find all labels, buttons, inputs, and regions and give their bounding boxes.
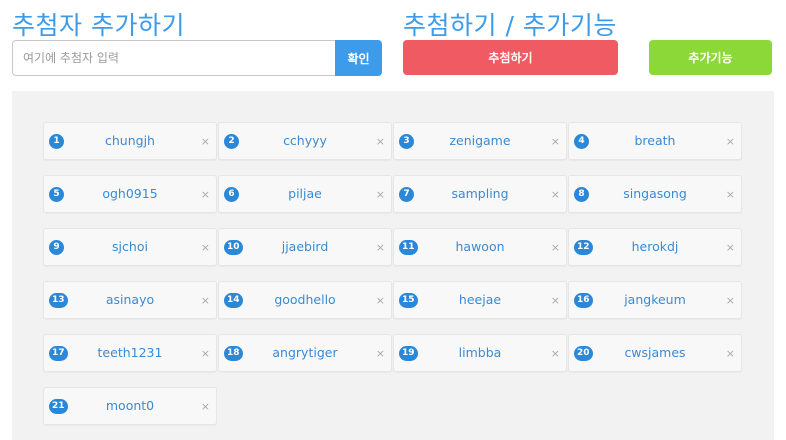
remove-participant-icon[interactable]: ×	[726, 123, 735, 161]
participant-number-badge: 10	[224, 240, 243, 255]
remove-participant-icon[interactable]: ×	[726, 282, 735, 320]
participant-chip: 13 asinayo ×	[43, 281, 217, 319]
participant-number-badge: 13	[49, 293, 68, 308]
participant-name: herokdj	[631, 239, 679, 254]
participant-chip: 15 heejae ×	[393, 281, 567, 319]
participant-chip: 19 limbba ×	[393, 334, 567, 372]
participant-name: limbba	[458, 345, 502, 360]
remove-participant-icon[interactable]: ×	[726, 229, 735, 267]
participant-number-badge: 11	[399, 240, 418, 255]
participant-number-badge: 21	[49, 399, 68, 414]
participant-chip: 10 jjaebird ×	[218, 228, 392, 266]
draw-button[interactable]: 추첨하기	[403, 40, 618, 75]
participant-number-badge: 6	[224, 187, 239, 202]
participant-chip: 20 cwsjames ×	[568, 334, 742, 372]
participant-name: zenigame	[449, 133, 511, 148]
participant-name: jjaebird	[281, 239, 329, 254]
participant-number-badge: 17	[49, 346, 68, 361]
participant-number-badge: 5	[49, 187, 64, 202]
participant-number-badge: 12	[574, 240, 593, 255]
participant-chip: 9 sjchoi ×	[43, 228, 217, 266]
participant-number-badge: 15	[399, 293, 418, 308]
participant-number-badge: 9	[49, 240, 64, 255]
participant-number-badge: 3	[399, 134, 414, 149]
participant-name: chungjh	[105, 133, 155, 148]
remove-participant-icon[interactable]: ×	[201, 229, 210, 267]
participant-list-panel: 1 chungjh × 2 cchyyy × 3 zenigame × 4 breath × 5 ogh0…	[12, 91, 774, 440]
participant-name: angrytiger	[272, 345, 338, 360]
participant-number-badge: 16	[574, 293, 593, 308]
participant-name: cchyyy	[283, 133, 327, 148]
remove-participant-icon[interactable]: ×	[726, 335, 735, 373]
remove-participant-icon[interactable]: ×	[376, 282, 385, 320]
extra-features-button[interactable]: 추가기능	[649, 40, 772, 75]
participant-chip: 21 moont0 ×	[43, 387, 217, 425]
participant-number-badge: 1	[49, 134, 64, 149]
remove-participant-icon[interactable]: ×	[551, 282, 560, 320]
add-participant-form: 확인	[12, 40, 382, 76]
participant-number-badge: 2	[224, 134, 239, 149]
participant-name: sampling	[451, 186, 509, 201]
participant-number-badge: 7	[399, 187, 414, 202]
remove-participant-icon[interactable]: ×	[376, 335, 385, 373]
remove-participant-icon[interactable]: ×	[376, 123, 385, 161]
remove-participant-icon[interactable]: ×	[551, 335, 560, 373]
remove-participant-icon[interactable]: ×	[201, 176, 210, 214]
remove-participant-icon[interactable]: ×	[201, 282, 210, 320]
remove-participant-icon[interactable]: ×	[376, 176, 385, 214]
app-page: 추첨자 추가하기 추첨하기 / 추가기능 확인 추첨하기 추가기능 1 chung…	[0, 0, 786, 440]
participant-chip: 17 teeth1231 ×	[43, 334, 217, 372]
participant-number-badge: 14	[224, 293, 243, 308]
participant-number-badge: 4	[574, 134, 589, 149]
participant-name: teeth1231	[97, 345, 163, 360]
participant-chip: 1 chungjh ×	[43, 122, 217, 160]
participant-name-input[interactable]	[12, 40, 335, 76]
remove-participant-icon[interactable]: ×	[376, 229, 385, 267]
participant-chip: 6 piljae ×	[218, 175, 392, 213]
participant-chip: 16 jangkeum ×	[568, 281, 742, 319]
remove-participant-icon[interactable]: ×	[201, 335, 210, 373]
remove-participant-icon[interactable]: ×	[726, 176, 735, 214]
participant-name: goodhello	[274, 292, 336, 307]
participant-name: heejae	[458, 292, 502, 307]
participant-chip: 4 breath ×	[568, 122, 742, 160]
participant-chip: 3 zenigame ×	[393, 122, 567, 160]
participant-grid: 1 chungjh × 2 cchyyy × 3 zenigame × 4 breath × 5 ogh0…	[43, 122, 743, 440]
participant-chip: 14 goodhello ×	[218, 281, 392, 319]
participant-name: breath	[634, 133, 676, 148]
participant-name: asinayo	[105, 292, 155, 307]
participant-name: singasong	[623, 186, 687, 201]
participant-chip: 5 ogh0915 ×	[43, 175, 217, 213]
participant-chip: 2 cchyyy ×	[218, 122, 392, 160]
participant-chip: 7 sampling ×	[393, 175, 567, 213]
participant-chip: 18 angrytiger ×	[218, 334, 392, 372]
participant-chip: 8 singasong ×	[568, 175, 742, 213]
remove-participant-icon[interactable]: ×	[201, 123, 210, 161]
participant-name: hawoon	[455, 239, 505, 254]
participant-chip: 12 herokdj ×	[568, 228, 742, 266]
participant-chip: 11 hawoon ×	[393, 228, 567, 266]
remove-participant-icon[interactable]: ×	[551, 123, 560, 161]
participant-number-badge: 8	[574, 187, 589, 202]
add-participant-title: 추첨자 추가하기	[12, 11, 185, 40]
participant-number-badge: 19	[399, 346, 418, 361]
participant-name: cwsjames	[624, 345, 686, 360]
participant-name: moont0	[105, 398, 155, 413]
remove-participant-icon[interactable]: ×	[201, 388, 210, 426]
remove-participant-icon[interactable]: ×	[551, 176, 560, 214]
participant-name: ogh0915	[102, 186, 158, 201]
participant-name: piljae	[288, 186, 322, 201]
participant-name: jangkeum	[624, 292, 686, 307]
participant-number-badge: 20	[574, 346, 593, 361]
confirm-button[interactable]: 확인	[335, 40, 382, 76]
draw-section-title: 추첨하기 / 추가기능	[403, 11, 617, 40]
remove-participant-icon[interactable]: ×	[551, 229, 560, 267]
participant-number-badge: 18	[224, 346, 243, 361]
participant-name: sjchoi	[112, 239, 148, 254]
